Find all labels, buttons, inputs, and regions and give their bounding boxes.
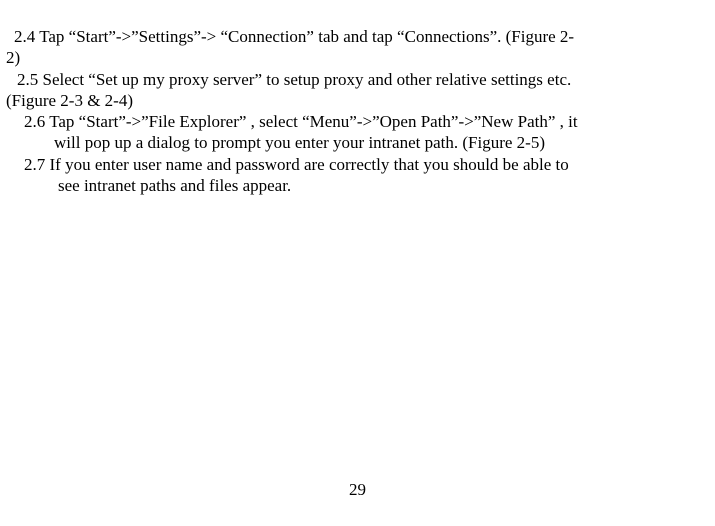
- body-text: 2): [6, 47, 709, 68]
- body-text: 2.5 Select “Set up my proxy server” to s…: [6, 69, 709, 90]
- body-text: 2.7 If you enter user name and password …: [6, 154, 709, 175]
- body-text: 2.4 Tap “Start”->”Settings”-> “Connectio…: [6, 26, 709, 47]
- page-number: 29: [0, 479, 715, 500]
- body-text: will pop up a dialog to prompt you enter…: [6, 132, 709, 153]
- body-text: (Figure 2-3 & 2-4): [6, 90, 709, 111]
- body-text: 2.6 Tap “Start”->”File Explorer” , selec…: [6, 111, 709, 132]
- document-page: 2.4 Tap “Start”->”Settings”-> “Connectio…: [0, 0, 715, 196]
- body-text: see intranet paths and files appear.: [6, 175, 709, 196]
